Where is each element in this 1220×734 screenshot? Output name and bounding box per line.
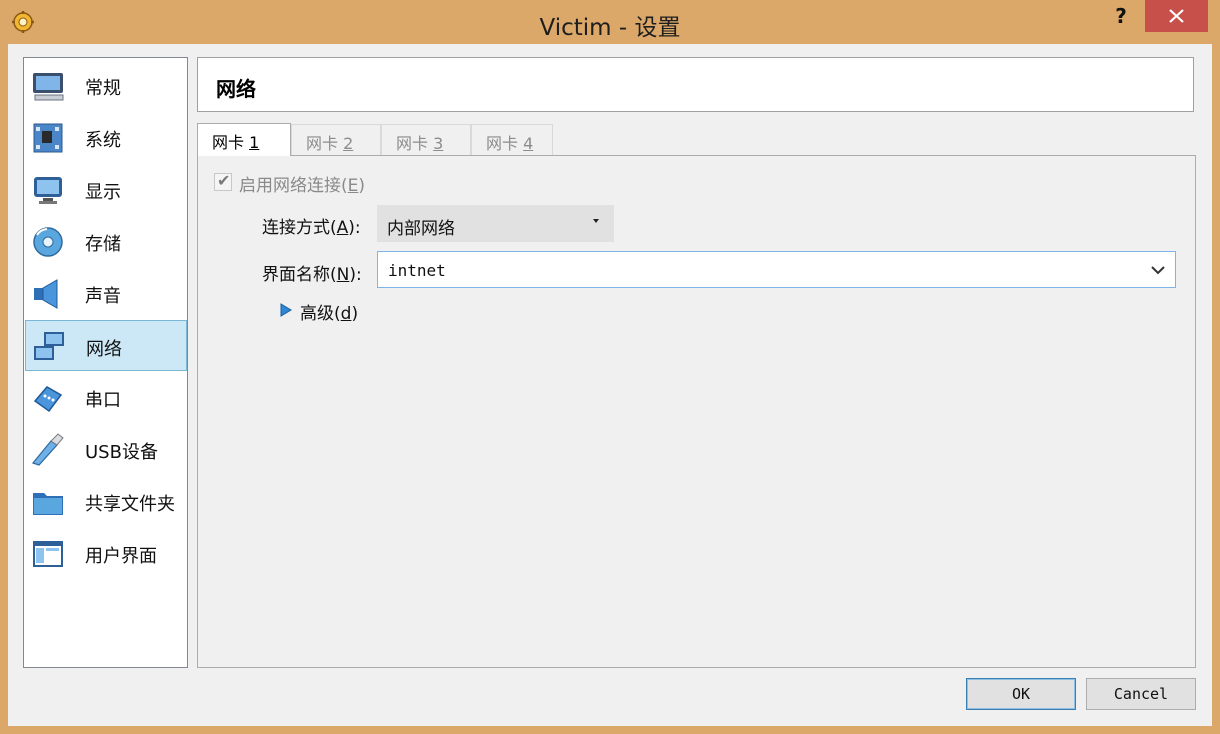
tab-mnemonic: 3: [433, 134, 444, 153]
storage-disk-icon: [33, 227, 63, 257]
sidebar-item-label: 共享文件夹: [85, 494, 175, 515]
sidebar-item-shared-folders[interactable]: 共享文件夹: [25, 476, 187, 527]
sidebar-item-label: 显示: [85, 182, 121, 203]
label-text: 界面名称(: [262, 265, 337, 285]
system-board-icon: [33, 123, 63, 153]
label-mnemonic: E: [347, 176, 359, 196]
sidebar-item-network[interactable]: 网络: [25, 320, 187, 371]
tab-mnemonic: 1: [249, 133, 260, 152]
tab-adapter-4[interactable]: 网卡 4: [471, 124, 553, 155]
page-title: 网络: [216, 77, 256, 101]
sidebar-item-usb[interactable]: USB设备: [25, 424, 187, 475]
label-text: ): [358, 176, 366, 196]
checkmark-icon: ✔: [217, 171, 231, 190]
tab-mnemonic: 2: [343, 134, 354, 153]
sidebar-item-label: 声音: [85, 286, 121, 307]
advanced-label: 高级(d): [300, 299, 358, 324]
tab-adapter-2[interactable]: 网卡 2: [291, 124, 381, 155]
attached-to-value: 内部网络: [387, 219, 455, 239]
label-mnemonic: d: [340, 304, 352, 324]
window-title: Victim - 设置: [539, 15, 681, 41]
label-text: ):: [348, 218, 361, 238]
label-mnemonic: A: [336, 218, 349, 238]
page-header: 网络: [197, 57, 1194, 112]
display-monitor-icon: [34, 177, 62, 204]
label-text: 连接方式(: [262, 218, 337, 238]
expand-arrow-icon: [280, 303, 292, 317]
close-button[interactable]: [1145, 0, 1208, 32]
tab-mnemonic: 4: [523, 134, 534, 153]
settings-window: Victim - 设置 ? 常规 系统 显示 存储 声音 网络 串口 USB设备…: [0, 0, 1220, 734]
attached-to-select[interactable]: 内部网络: [377, 205, 614, 242]
sidebar-item-label: 用户界面: [85, 546, 157, 567]
help-button[interactable]: ?: [1106, 4, 1136, 30]
sidebar-item-general[interactable]: 常规: [25, 60, 187, 111]
shared-folder-icon: [33, 493, 63, 515]
user-interface-icon: [33, 541, 63, 567]
sidebar-item-label: 网络: [86, 339, 122, 360]
sidebar-item-label: 串口: [85, 390, 121, 411]
tab-label: 网卡: [396, 134, 434, 153]
sidebar-item-label: 存储: [85, 234, 121, 255]
cancel-button[interactable]: Cancel: [1086, 678, 1196, 710]
label-mnemonic: N: [336, 265, 350, 285]
label-text: ):: [349, 265, 362, 285]
tab-label: 网卡: [486, 134, 524, 153]
sidebar-item-display[interactable]: 显示: [25, 164, 187, 215]
network-icon: [34, 332, 64, 360]
chevron-down-icon[interactable]: [1150, 262, 1166, 278]
checkbox-box[interactable]: ✔: [214, 171, 232, 191]
sidebar-item-storage[interactable]: 存储: [25, 216, 187, 267]
close-icon: [1169, 9, 1184, 23]
sidebar-item-label: USB设备: [85, 442, 158, 463]
ok-button[interactable]: OK: [966, 678, 1076, 710]
label-text: 启用网络连接(: [239, 176, 348, 196]
interface-name-combobox[interactable]: intnet: [377, 251, 1176, 288]
enable-adapter-label: 启用网络连接(E): [239, 171, 365, 196]
usb-icon: [31, 433, 64, 466]
title-bar[interactable]: Victim - 设置 ?: [0, 0, 1220, 44]
serial-port-icon: [33, 386, 63, 413]
tab-adapter-3[interactable]: 网卡 3: [381, 124, 471, 155]
interface-name-value: intnet: [388, 261, 446, 280]
dropdown-arrow-icon: [593, 219, 599, 223]
sidebar-item-label: 系统: [85, 130, 121, 151]
settings-category-list[interactable]: 常规 系统 显示 存储 声音 网络 串口 USB设备 共享文件夹 用户界面: [23, 57, 188, 668]
computer-general-icon: [33, 73, 64, 101]
label-text: ): [351, 304, 359, 324]
sidebar-item-serial-ports[interactable]: 串口: [25, 372, 187, 423]
sidebar-item-user-interface[interactable]: 用户界面: [25, 528, 187, 579]
sidebar-item-system[interactable]: 系统: [25, 112, 187, 163]
label-text: 高级(: [300, 304, 341, 324]
tab-label: 网卡: [306, 134, 344, 153]
attached-to-label: 连接方式(A):: [262, 213, 361, 238]
tab-label: 网卡: [212, 133, 250, 152]
interface-name-label: 界面名称(N):: [262, 260, 362, 285]
sidebar-item-label: 常规: [85, 78, 121, 99]
tab-adapter-1[interactable]: 网卡 1: [197, 123, 291, 156]
speaker-icon: [34, 279, 58, 309]
sidebar-item-audio[interactable]: 声音: [25, 268, 187, 319]
